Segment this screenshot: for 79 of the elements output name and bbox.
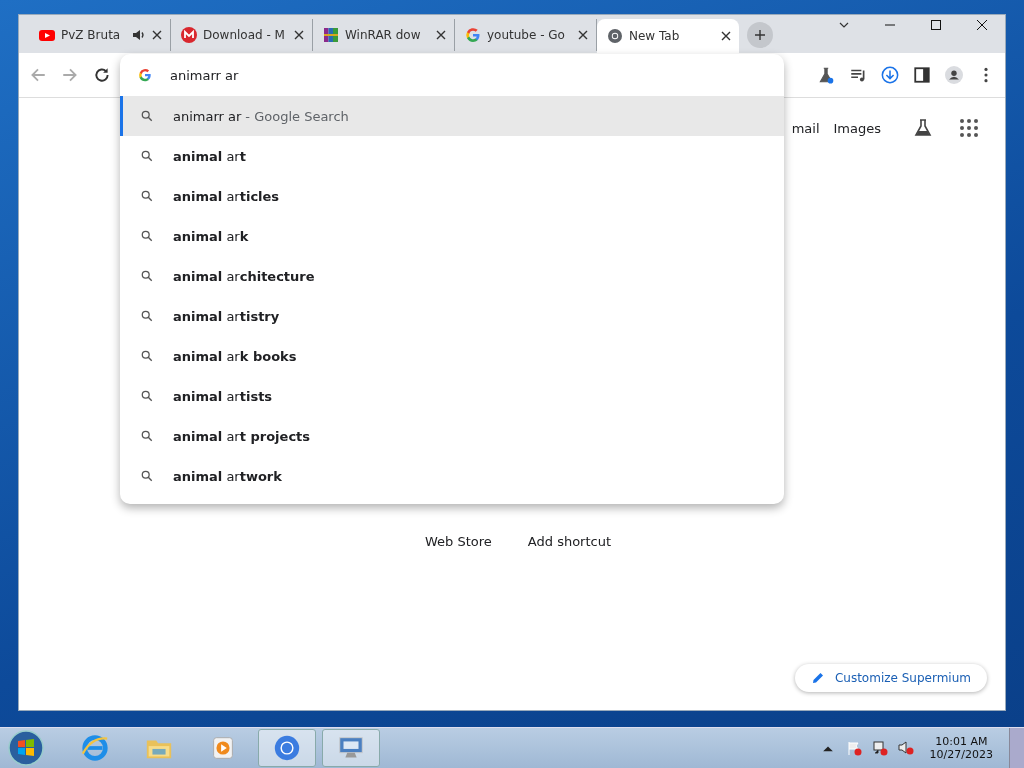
suggestion-text: animal artists <box>173 388 273 404</box>
plus-icon <box>755 30 765 40</box>
browser-tab[interactable]: New Tab <box>597 19 739 53</box>
suggestion-hint: - Google Search <box>245 108 349 124</box>
start-button[interactable] <box>6 728 46 768</box>
search-icon <box>141 310 153 322</box>
search-icon <box>141 430 153 442</box>
suggestion-item[interactable]: animal artistry <box>120 296 784 336</box>
suggestion-text: animal articles <box>173 188 280 204</box>
suggestion-text: animal architecture <box>173 268 315 284</box>
shortcut-label[interactable]: Web Store <box>425 534 492 549</box>
tab-title: WinRAR dow <box>345 28 422 42</box>
suggestion-text: animal ark books <box>173 348 297 364</box>
network-icon[interactable] <box>871 740 888 756</box>
close-tab-icon[interactable] <box>578 30 588 40</box>
speaker-icon[interactable] <box>132 28 146 42</box>
new-tab-button[interactable] <box>747 22 773 48</box>
play-logo-icon <box>39 27 55 43</box>
shortcut-label[interactable]: Add shortcut <box>527 534 612 549</box>
flask-icon[interactable] <box>913 118 933 138</box>
flag-icon[interactable] <box>845 740 862 756</box>
header-link[interactable]: mail <box>791 120 820 136</box>
tab-title: Download - M <box>203 28 286 42</box>
apps-grid-icon[interactable] <box>959 118 979 138</box>
search-icon <box>141 470 153 482</box>
tab-title: PvZ Bruta <box>61 28 122 42</box>
clock-date[interactable]: 10/27/2023 <box>929 748 993 761</box>
chromium-icon <box>607 28 623 44</box>
tab-title: youtube - Go <box>487 28 566 42</box>
side-panel-icon[interactable] <box>913 66 931 84</box>
profile-avatar-icon[interactable] <box>945 66 963 84</box>
search-icon <box>141 230 153 242</box>
close-tab-icon[interactable] <box>436 30 446 40</box>
suggestion-text: animal art projects <box>173 428 311 444</box>
flask-icon[interactable] <box>817 66 835 84</box>
suggestion-item[interactable]: animal articles <box>120 176 784 216</box>
g-logo-icon <box>465 27 481 43</box>
suggestion-text: animal artwork <box>173 468 282 484</box>
clock-time[interactable]: 10:01 AM <box>935 735 988 748</box>
books-icon <box>323 27 339 43</box>
tab-title: New Tab <box>629 29 681 43</box>
chromium-icon <box>272 733 302 763</box>
suggestion-text: animal art <box>173 148 246 164</box>
taskbar-app[interactable] <box>258 729 316 767</box>
suggestion-item[interactable]: animal art projects <box>120 416 784 456</box>
customize-button[interactable]: Customize Supermium <box>794 664 987 692</box>
browser-tab[interactable]: PvZ Bruta <box>29 19 171 51</box>
suggestion-item[interactable]: animal architecture <box>120 256 784 296</box>
suggestion-text: animarr ar <box>173 108 242 124</box>
browser-tab[interactable]: Download - M <box>171 19 313 51</box>
search-icon <box>141 270 153 282</box>
suggestion-item[interactable]: animal ark books <box>120 336 784 376</box>
search-icon <box>141 110 153 122</box>
search-icon <box>141 190 153 202</box>
e-logo-icon <box>80 733 110 763</box>
suggestion-item[interactable]: animal artwork <box>120 456 784 496</box>
suggestion-item[interactable]: animal artists <box>120 376 784 416</box>
suggestion-item[interactable]: animal art <box>120 136 784 176</box>
close-tab-icon[interactable] <box>294 30 304 40</box>
close-tab-icon[interactable] <box>721 31 731 41</box>
header-link[interactable]: Images <box>833 120 881 136</box>
g-logo-icon <box>138 68 152 82</box>
browser-tab[interactable]: WinRAR dow <box>313 19 455 51</box>
reload-icon[interactable] <box>93 66 111 84</box>
m-logo-icon <box>181 27 197 43</box>
maximize-icon[interactable] <box>930 19 942 31</box>
search-icon <box>141 390 153 402</box>
download-icon[interactable] <box>881 66 899 84</box>
search-icon <box>141 150 153 162</box>
close-tab-icon[interactable] <box>152 30 162 40</box>
pencil-icon <box>810 671 825 685</box>
suggestion-item[interactable]: animarr ar - Google Search <box>120 96 784 136</box>
taskbar-app[interactable] <box>322 729 380 767</box>
speaker-icon[interactable] <box>897 740 914 756</box>
close-icon[interactable] <box>976 19 988 31</box>
suggestion-item[interactable]: animal ark <box>120 216 784 256</box>
search-icon <box>141 350 153 362</box>
suggestion-text: animal artistry <box>173 308 280 324</box>
suggestion-text: animal ark <box>173 228 249 244</box>
